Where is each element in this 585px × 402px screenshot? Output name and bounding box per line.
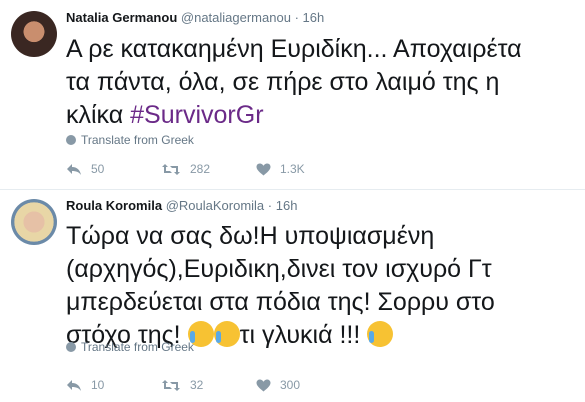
- like-count: 300: [280, 378, 301, 392]
- reply-button[interactable]: 10: [66, 378, 161, 392]
- retweet-icon: [162, 163, 180, 175]
- reply-icon: [67, 163, 81, 175]
- hashtag-link[interactable]: #SurvivorGr: [130, 101, 263, 129]
- tweet-header: Roula Koromila @RoulaKoromila · 16h: [66, 198, 297, 213]
- retweet-button[interactable]: 32: [161, 378, 256, 392]
- tweet-header: Natalia Germanou @nataliagermanou · 16h: [66, 10, 324, 25]
- retweet-count: 282: [190, 162, 211, 176]
- separator: ·: [267, 198, 273, 213]
- retweet-button[interactable]: 282: [161, 162, 256, 176]
- tweet-text-line: (αρχηγός),Ευριδικη,δινει τον ισχυρό Γτ: [66, 255, 492, 283]
- reply-icon: [67, 379, 81, 391]
- face-with-tears-of-joy-icon: [367, 321, 394, 347]
- tweet-text-line: Α ρε κατακαημένη Ευριδίκη... Αποχαιρέτα: [66, 35, 522, 63]
- translate-link[interactable]: Translate from Greek: [66, 340, 194, 354]
- globe-icon: [66, 342, 76, 352]
- tweet[interactable]: Natalia Germanou @nataliagermanou · 16h …: [0, 0, 585, 190]
- tweet-text-segment: τι γλυκιά !!!: [239, 321, 368, 349]
- tweet-text: Α ρε κατακαημένη Ευριδίκη... Αποχαιρέτα …: [66, 33, 576, 132]
- retweet-count: 32: [190, 378, 204, 392]
- translate-link[interactable]: Translate from Greek: [66, 133, 194, 147]
- heart-icon: [256, 379, 271, 391]
- tweet[interactable]: Roula Koromila @RoulaKoromila · 16h Τώρα…: [0, 190, 585, 402]
- avatar[interactable]: [11, 199, 57, 245]
- avatar[interactable]: [11, 11, 57, 57]
- translate-label: Translate from Greek: [81, 133, 194, 147]
- globe-icon: [66, 135, 76, 145]
- tweet-actions: 50 282 1.3K: [66, 162, 305, 176]
- translate-label: Translate from Greek: [81, 340, 194, 354]
- user-handle[interactable]: @RoulaKoromila: [166, 198, 264, 213]
- separator: ·: [294, 10, 299, 25]
- tweet-text: Τώρα να σας δω!Η υποψιασμένη (αρχηγός),Ε…: [66, 220, 576, 352]
- face-with-tears-of-joy-icon: [213, 321, 240, 347]
- user-handle[interactable]: @nataliagermanou: [181, 10, 291, 25]
- timestamp[interactable]: 16h: [276, 198, 298, 213]
- like-button[interactable]: 1.3K: [256, 162, 305, 176]
- retweet-icon: [162, 379, 180, 391]
- timestamp[interactable]: 16h: [303, 10, 325, 25]
- tweet-text-line: τα πάντα, όλα, σε πήρε στο λαιμό της η: [66, 68, 500, 96]
- display-name[interactable]: Natalia Germanou: [66, 10, 177, 25]
- tweet-text-line: κλίκα #SurvivorGr: [66, 99, 576, 132]
- tweet-actions: 10 32 300: [66, 378, 300, 392]
- like-button[interactable]: 300: [256, 378, 300, 392]
- tweet-text-segment: κλίκα: [66, 101, 131, 129]
- tweet-text-line: μπερδεύεται στα πόδια της! Σορρυ στο: [66, 288, 495, 316]
- heart-icon: [256, 163, 271, 175]
- display-name[interactable]: Roula Koromila: [66, 198, 162, 213]
- like-count: 1.3K: [280, 162, 305, 176]
- tweet-text-line: Τώρα να σας δω!Η υποψιασμένη: [66, 222, 435, 250]
- reply-count: 50: [91, 162, 105, 176]
- reply-button[interactable]: 50: [66, 162, 161, 176]
- reply-count: 10: [91, 378, 105, 392]
